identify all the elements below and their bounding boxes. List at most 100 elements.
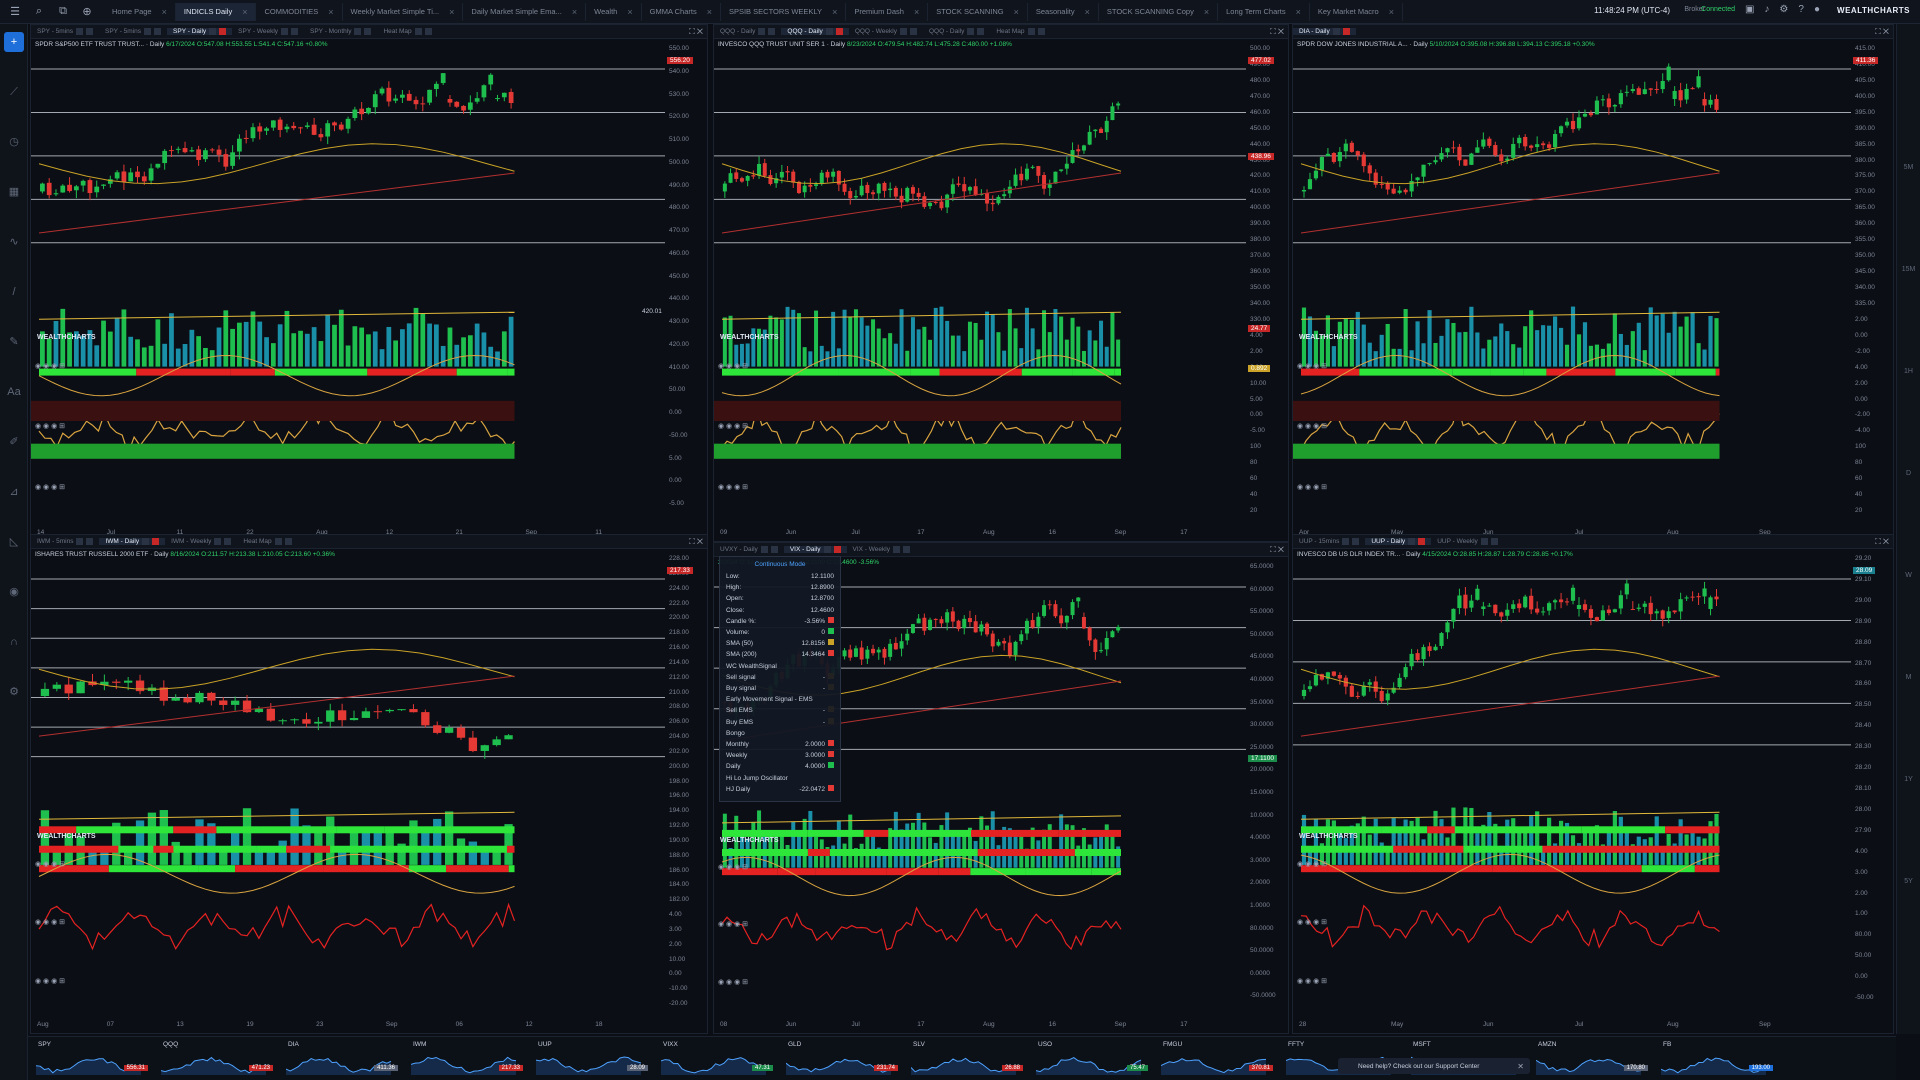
tab-2[interactable]: COMMODITIES × [256,2,343,21]
close-icon[interactable] [833,546,841,553]
maximize-icon[interactable]: ⛶ ✕ [1270,27,1284,37]
avatar[interactable]: ● [1814,4,1820,15]
text-tool-icon[interactable]: Aa [4,382,24,402]
panel-subtab[interactable]: UVXY - Daily [714,546,784,553]
price-chart[interactable] [1293,549,1894,1034]
tab-1[interactable]: INDICLS Daily × [175,2,257,21]
settings-icon[interactable] [1027,28,1035,35]
cursor-tool-icon[interactable]: + [4,32,24,52]
close-icon[interactable] [768,28,776,35]
price-chart[interactable] [1293,39,1894,542]
indicator-controls-icon[interactable]: ◉ ◉ ◉ ⊞ [1297,422,1327,430]
close-tab-icon[interactable]: × [328,7,333,17]
panel-subtab[interactable]: SPY - Daily [167,28,233,35]
indicator-controls-icon[interactable]: ◉ ◉ ◉ ⊞ [1297,483,1327,491]
panel-subtab[interactable]: IWM - 5mins [31,538,99,545]
search-icon[interactable]: ⌕ [30,3,48,21]
close-icon[interactable] [902,546,910,553]
save-icon[interactable]: ▣ [1745,4,1754,15]
maximize-icon[interactable]: ⛶ ✕ [689,537,703,547]
timeframe-6[interactable]: 1Y [1897,776,1920,783]
chart-panel-2[interactable]: DIA - Daily ⛶ ✕ SPDR DOW JONES INDUSTRIAL … [1292,24,1894,542]
add-chart-icon[interactable]: ⊕ [78,3,96,21]
panel-subtab[interactable]: Heat Map [237,538,297,545]
indicator-controls-icon[interactable]: ◉ ◉ ◉ ⊞ [718,863,748,871]
indicator-controls-icon[interactable]: ◉ ◉ ◉ ⊞ [35,422,65,430]
settings-icon[interactable] [967,28,975,35]
maximize-icon[interactable]: ⛶ ✕ [1270,545,1284,555]
timeframe-5[interactable]: M [1897,674,1920,681]
watchlist-item-amzn[interactable]: AMZN 170.80 [1532,1039,1650,1079]
close-tab-icon[interactable]: × [627,7,632,17]
calendar-tool-icon[interactable]: ▦ [4,182,24,202]
panel-subtab[interactable]: IWM - Weekly [165,538,237,545]
chart-panel-0[interactable]: SPY - 5mins SPY - 5mins SPY - Daily SPY - W… [30,24,708,542]
close-tab-icon[interactable]: × [572,7,577,17]
watchlist-item-gld[interactable]: GLD 231.74 [782,1039,900,1079]
panel-subtab[interactable]: SPY - 5mins [99,28,167,35]
settings-icon[interactable] [144,28,152,35]
indicator-controls-icon[interactable]: ◉ ◉ ◉ ⊞ [718,978,748,986]
settings-icon[interactable] [760,546,768,553]
settings-icon[interactable] [1408,538,1416,545]
panel-subtab[interactable]: SPY - Monthly [304,28,377,35]
indicator-controls-icon[interactable]: ◉ ◉ ◉ ⊞ [35,362,65,370]
chart-panel-5[interactable]: UUP - 15mins UUP - Daily UUP - Weekly ⛶ ✕ IN… [1292,534,1894,1034]
chart-panel-3[interactable]: IWM - 5mins IWM - Daily IWM - Weekly Heat M… [30,534,708,1034]
clock-tool-icon[interactable]: ◷ [4,132,24,152]
tab-12[interactable]: Long Term Charts × [1218,2,1310,21]
close-icon[interactable] [424,28,432,35]
settings-icon[interactable] [354,28,362,35]
timeframe-7[interactable]: 5Y [1897,878,1920,885]
close-icon[interactable] [224,538,232,545]
close-tab-icon[interactable]: × [1014,7,1019,17]
indicator-controls-icon[interactable]: ◉ ◉ ◉ ⊞ [35,483,65,491]
line-tool-icon[interactable]: / [4,282,24,302]
indicator-controls-icon[interactable]: ◉ ◉ ◉ ⊞ [1297,977,1327,985]
close-icon[interactable] [284,538,292,545]
brush-tool-icon[interactable]: ✎ [4,332,24,352]
close-icon[interactable] [364,28,372,35]
close-tab-icon[interactable]: × [914,7,919,17]
timeframe-0[interactable]: 5M [1897,164,1920,171]
trendline-tool-icon[interactable]: ⟋ [4,82,24,102]
indicator-controls-icon[interactable]: ◉ ◉ ◉ ⊞ [1297,362,1327,370]
watchlist-item-uso[interactable]: USO 75.47 [1032,1039,1150,1079]
close-tab-icon[interactable]: × [162,7,167,17]
panel-subtab[interactable]: Heat Map [377,28,437,35]
settings-icon[interactable] [76,28,84,35]
indicator-controls-icon[interactable]: ◉ ◉ ◉ ⊞ [1297,918,1327,926]
settings-icon[interactable] [281,28,289,35]
settings-icon[interactable] [758,28,766,35]
watchlist-item-qqq[interactable]: QQQ 471.23 [157,1039,275,1079]
close-tab-icon[interactable]: × [1085,7,1090,17]
settings-icon[interactable] [274,538,282,545]
panel-subtab[interactable]: QQQ - Daily [923,28,990,35]
tab-3[interactable]: Weekly Market Simple Ti... × [343,2,464,21]
layout-icon[interactable]: ⧉ [54,3,72,21]
support-banner[interactable]: Need help? Check out our Support Center … [1338,1058,1530,1074]
tab-11[interactable]: STOCK SCANNING Copy × [1099,2,1219,21]
wave-tool-icon[interactable]: ∿ [4,232,24,252]
settings-icon[interactable] [76,538,84,545]
settings-icon[interactable] [823,546,831,553]
indicator-controls-icon[interactable]: ◉ ◉ ◉ ⊞ [718,483,748,491]
close-tab-icon[interactable]: × [449,7,454,17]
close-icon[interactable] [154,28,162,35]
panel-subtab[interactable]: DIA - Daily [1293,28,1356,35]
panel-subtab[interactable]: QQQ - Daily [714,28,781,35]
watchlist-item-uup[interactable]: UUP 28.09 [532,1039,650,1079]
settings-icon[interactable]: ⚙ [1779,4,1788,15]
timeframe-4[interactable]: W [1897,572,1920,579]
tab-7[interactable]: SPSIB SECTORS WEEKLY × [721,2,847,21]
tab-5[interactable]: Wealth × [586,2,642,21]
close-icon[interactable] [1037,28,1045,35]
close-icon[interactable] [909,28,917,35]
close-icon[interactable]: ✕ [1517,1062,1524,1071]
notification-icon[interactable]: ♪ [1764,4,1769,15]
price-chart[interactable] [31,549,708,1034]
close-icon[interactable] [1342,28,1350,35]
panel-subtab[interactable]: SPY - Weekly [232,28,304,35]
panel-subtab[interactable]: UUP - 15mins [1293,538,1365,545]
close-tab-icon[interactable]: × [1296,7,1301,17]
